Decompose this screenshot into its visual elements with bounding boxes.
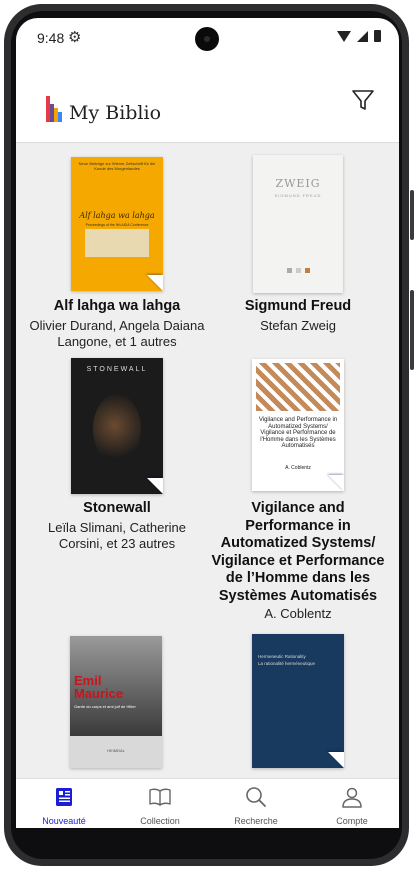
page-curl-icon bbox=[328, 752, 344, 768]
cover-subtitle-text: Garde du corps et ami juif de Hitler bbox=[74, 704, 136, 709]
cover-author-text: ZWEIG bbox=[275, 177, 321, 190]
search-icon bbox=[246, 787, 266, 807]
book-title: Alf lahga wa lahga bbox=[53, 298, 181, 314]
front-camera bbox=[195, 27, 219, 51]
status-icons bbox=[337, 30, 381, 42]
filter-icon[interactable] bbox=[351, 88, 375, 112]
volume-button bbox=[410, 290, 414, 370]
app-title: My Biblio bbox=[69, 102, 162, 124]
signal-icon bbox=[357, 30, 368, 42]
cover-photo bbox=[93, 394, 141, 464]
book-cover[interactable]: Hermeneutic Rationality La rationalité h… bbox=[252, 634, 344, 768]
nav-item-compte[interactable]: Compte bbox=[304, 779, 399, 828]
nav-item-collection[interactable]: Collection bbox=[112, 779, 208, 828]
status-bar: 9:48 ⚙ bbox=[16, 18, 399, 58]
cover-publisher-text: HEIMDAL bbox=[107, 748, 125, 753]
book-cover[interactable]: Emil Maurice Garde du corps et ami juif … bbox=[70, 636, 162, 768]
book-cover[interactable]: Vigilance and Performance in Automatized… bbox=[252, 359, 344, 491]
status-time: 9:48 bbox=[37, 30, 65, 46]
bottom-navigation: Nouveauté Collection Recherche Compte bbox=[16, 778, 399, 828]
wifi-icon bbox=[337, 30, 351, 42]
power-button bbox=[410, 190, 414, 240]
page-curl-icon bbox=[147, 275, 163, 291]
book-authors: Stefan Zweig bbox=[260, 318, 336, 333]
nav-label-nouveaute: Nouveauté bbox=[42, 816, 86, 826]
book-cover[interactable]: Neue Beiträge zur Wiener Zeitschrift für… bbox=[71, 157, 163, 291]
book-grid: Neue Beiträge zur Wiener Zeitschrift für… bbox=[16, 143, 399, 778]
cover-title-text: Alf lahga wa lahga bbox=[79, 211, 155, 220]
book-cover[interactable]: ZWEIG SIGMUND FREUD bbox=[253, 155, 343, 293]
home-indicator bbox=[16, 828, 399, 840]
cover-subtitle-text: La rationalité herméneutique bbox=[258, 661, 316, 666]
cover-author-text: A. Coblentz bbox=[285, 465, 311, 471]
screen: 9:48 ⚙ My Biblio Neue Beiträge zur Wiene… bbox=[16, 18, 399, 828]
cover-illustration bbox=[85, 229, 149, 257]
cover-title-text: Vigilance and Performance in Automatized… bbox=[258, 417, 338, 449]
nav-item-recherche[interactable]: Recherche bbox=[208, 779, 304, 828]
book-title: Sigmund Freud bbox=[244, 298, 352, 314]
cover-title-text: Hermeneutic Rationality bbox=[258, 654, 306, 659]
book-title: Vigilance and Performance in Automatized… bbox=[211, 500, 385, 604]
battery-icon bbox=[374, 30, 381, 42]
cover-subtitle-text: Proceedings of the 9th AIDA Conference bbox=[85, 223, 149, 227]
book-icon bbox=[149, 788, 171, 806]
cover-title-text: SIGMUND FREUD bbox=[274, 193, 322, 198]
book-title: Stonewall bbox=[83, 500, 151, 516]
book-authors: Leïla Slimani, Catherine Corsini, et 23 … bbox=[47, 520, 187, 551]
app-bar: My Biblio bbox=[16, 58, 399, 143]
cover-title-text: Emil Maurice bbox=[74, 673, 124, 701]
page-curl-icon bbox=[328, 475, 344, 491]
person-icon bbox=[342, 787, 362, 808]
nav-label-compte: Compte bbox=[336, 816, 368, 826]
book-authors: A. Coblentz bbox=[264, 606, 332, 621]
nav-label-collection: Collection bbox=[140, 816, 180, 826]
cover-title-text: STONEWALL bbox=[86, 366, 148, 373]
biblio-logo-icon bbox=[46, 96, 64, 122]
cover-pattern bbox=[256, 363, 340, 411]
cover-series-text: Neue Beiträge zur Wiener Zeitschrift für… bbox=[78, 161, 156, 171]
nav-item-nouveaute[interactable]: Nouveauté bbox=[16, 779, 112, 828]
nav-label-recherche: Recherche bbox=[234, 816, 278, 826]
newspaper-icon bbox=[56, 788, 72, 806]
book-authors: Olivier Durand, Angela Daiana Langone, e… bbox=[29, 318, 205, 349]
settings-gear-icon: ⚙ bbox=[68, 29, 82, 46]
page-curl-icon bbox=[147, 478, 163, 494]
book-cover[interactable]: STONEWALL bbox=[71, 358, 163, 494]
